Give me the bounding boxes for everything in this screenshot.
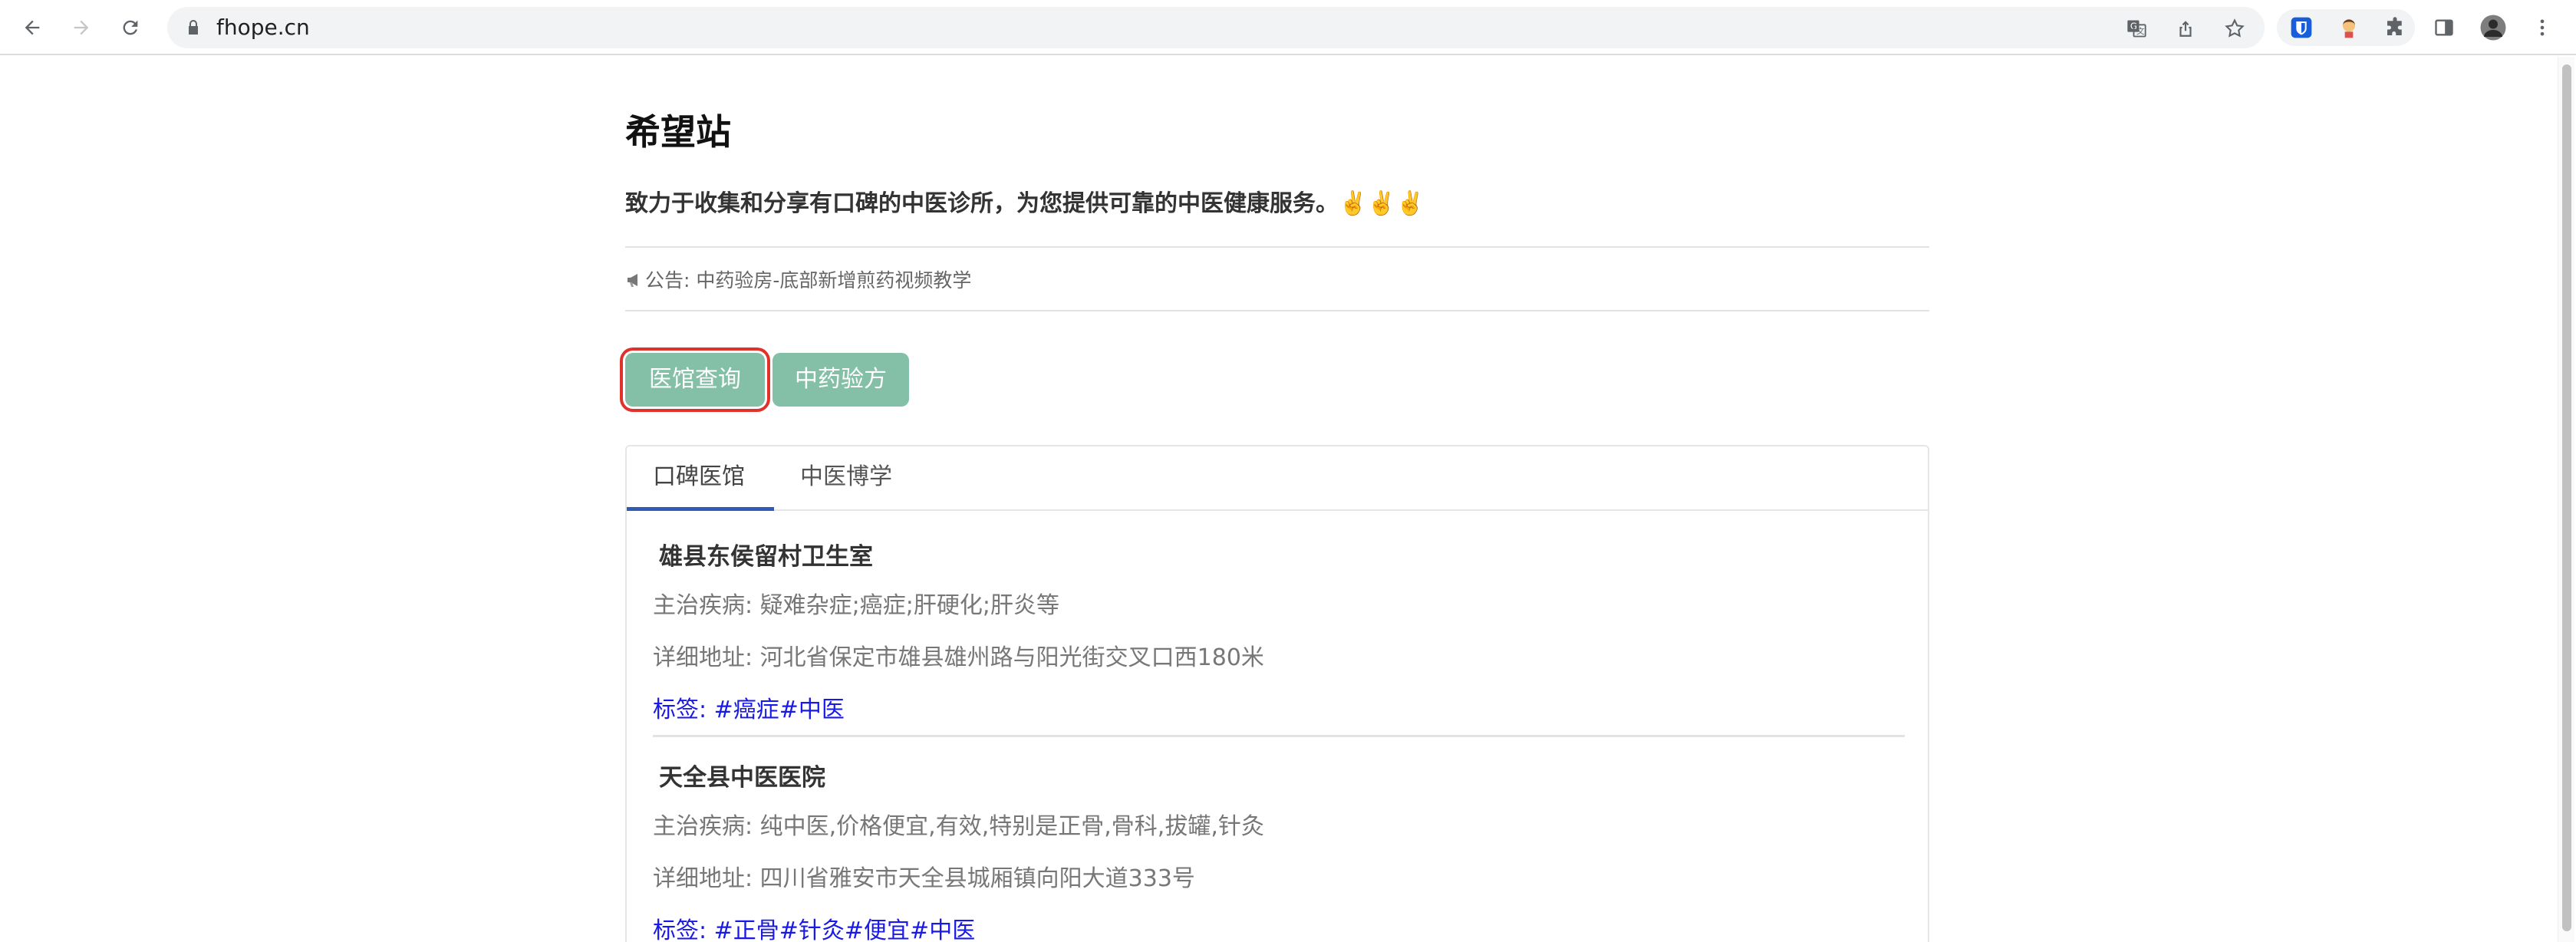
menu-kebab-icon[interactable] — [2528, 14, 2556, 41]
share-icon[interactable] — [2174, 17, 2197, 40]
puzzle-extension-icon[interactable] — [2381, 14, 2409, 41]
herbal-prescription-button[interactable]: 中药验方 — [772, 353, 909, 407]
notice-text: 公告: 中药验房-底部新增煎药视频教学 — [645, 269, 972, 291]
bookmark-star-icon[interactable] — [2223, 17, 2246, 40]
tab-tcm-knowledge[interactable]: 中医博学 — [800, 462, 892, 492]
side-panel-icon[interactable] — [2430, 14, 2458, 41]
clinic-diseases: 主治疾病: 疑难杂症;癌症;肝硬化;肝炎等 — [653, 592, 1059, 619]
avatar-extension-icon[interactable] — [2335, 14, 2363, 41]
browser-toolbar: fhope.cn G文 — [0, 0, 2576, 55]
extensions-area — [2277, 9, 2415, 46]
site-description: 致力于收集和分享有口碑的中医诊所，为您提供可靠的中医健康服务。✌️✌️✌️ — [625, 190, 1425, 217]
clinic-address: 详细地址: 四川省雅安市天全县城厢镇向阳大道333号 — [653, 865, 1195, 892]
page-viewport: 希望站 致力于收集和分享有口碑的中医诊所，为您提供可靠的中医健康服务。✌️✌️✌… — [0, 57, 2555, 942]
divider — [625, 246, 1929, 248]
clinic-search-button[interactable]: 医馆查询 — [625, 353, 765, 407]
clinic-diseases: 主治疾病: 纯中医,价格便宜,有效,特别是正骨,骨科,拔罐,针灸 — [653, 813, 1264, 840]
tab-reputation-clinics[interactable]: 口碑医馆 — [653, 462, 745, 492]
bitwarden-icon[interactable] — [2288, 14, 2315, 41]
scrollbar-thumb[interactable] — [2562, 64, 2571, 931]
content-card: 口碑医馆 中医博学 雄县东侯留村卫生室 主治疾病: 疑难杂症;癌症;肝硬化;肝炎… — [625, 445, 1929, 942]
active-tab-indicator — [627, 507, 774, 511]
lock-icon[interactable] — [184, 18, 203, 37]
tab-bar: 口碑医馆 中医博学 — [627, 446, 1928, 511]
divider — [625, 310, 1929, 311]
clinic-entry: 雄县东侯留村卫生室 主治疾病: 疑难杂症;癌症;肝硬化;肝炎等 详细地址: 河北… — [653, 542, 1905, 737]
forward-icon[interactable] — [66, 12, 97, 43]
svg-text:文: 文 — [2136, 26, 2145, 36]
translate-icon[interactable]: G文 — [2125, 17, 2148, 40]
page-scrollbar[interactable] — [2558, 57, 2574, 942]
back-icon[interactable] — [17, 12, 48, 43]
address-bar[interactable]: fhope.cn G文 — [167, 7, 2265, 48]
clinic-tags-link[interactable]: 标签: #正骨#针灸#便宜#中医 — [653, 916, 975, 942]
clinic-name[interactable]: 雄县东侯留村卫生室 — [659, 542, 873, 572]
clinic-entry: 天全县中医医院 主治疾病: 纯中医,价格便宜,有效,特别是正骨,骨科,拔罐,针灸… — [653, 762, 1905, 942]
clinic-name[interactable]: 天全县中医医院 — [659, 762, 825, 793]
megaphone-icon — [625, 269, 644, 288]
clinic-tags-link[interactable]: 标签: #癌症#中医 — [653, 695, 845, 726]
clinic-address: 详细地址: 河北省保定市雄县雄州路与阳光街交叉口西180米 — [653, 644, 1264, 671]
entry-divider — [653, 735, 1905, 737]
url-text[interactable]: fhope.cn — [216, 17, 310, 38]
profile-avatar-icon[interactable] — [2479, 14, 2507, 41]
site-title: 希望站 — [625, 111, 731, 153]
notice-bar: 公告: 中药验房-底部新增煎药视频教学 — [625, 267, 971, 295]
reload-icon[interactable] — [115, 12, 146, 43]
